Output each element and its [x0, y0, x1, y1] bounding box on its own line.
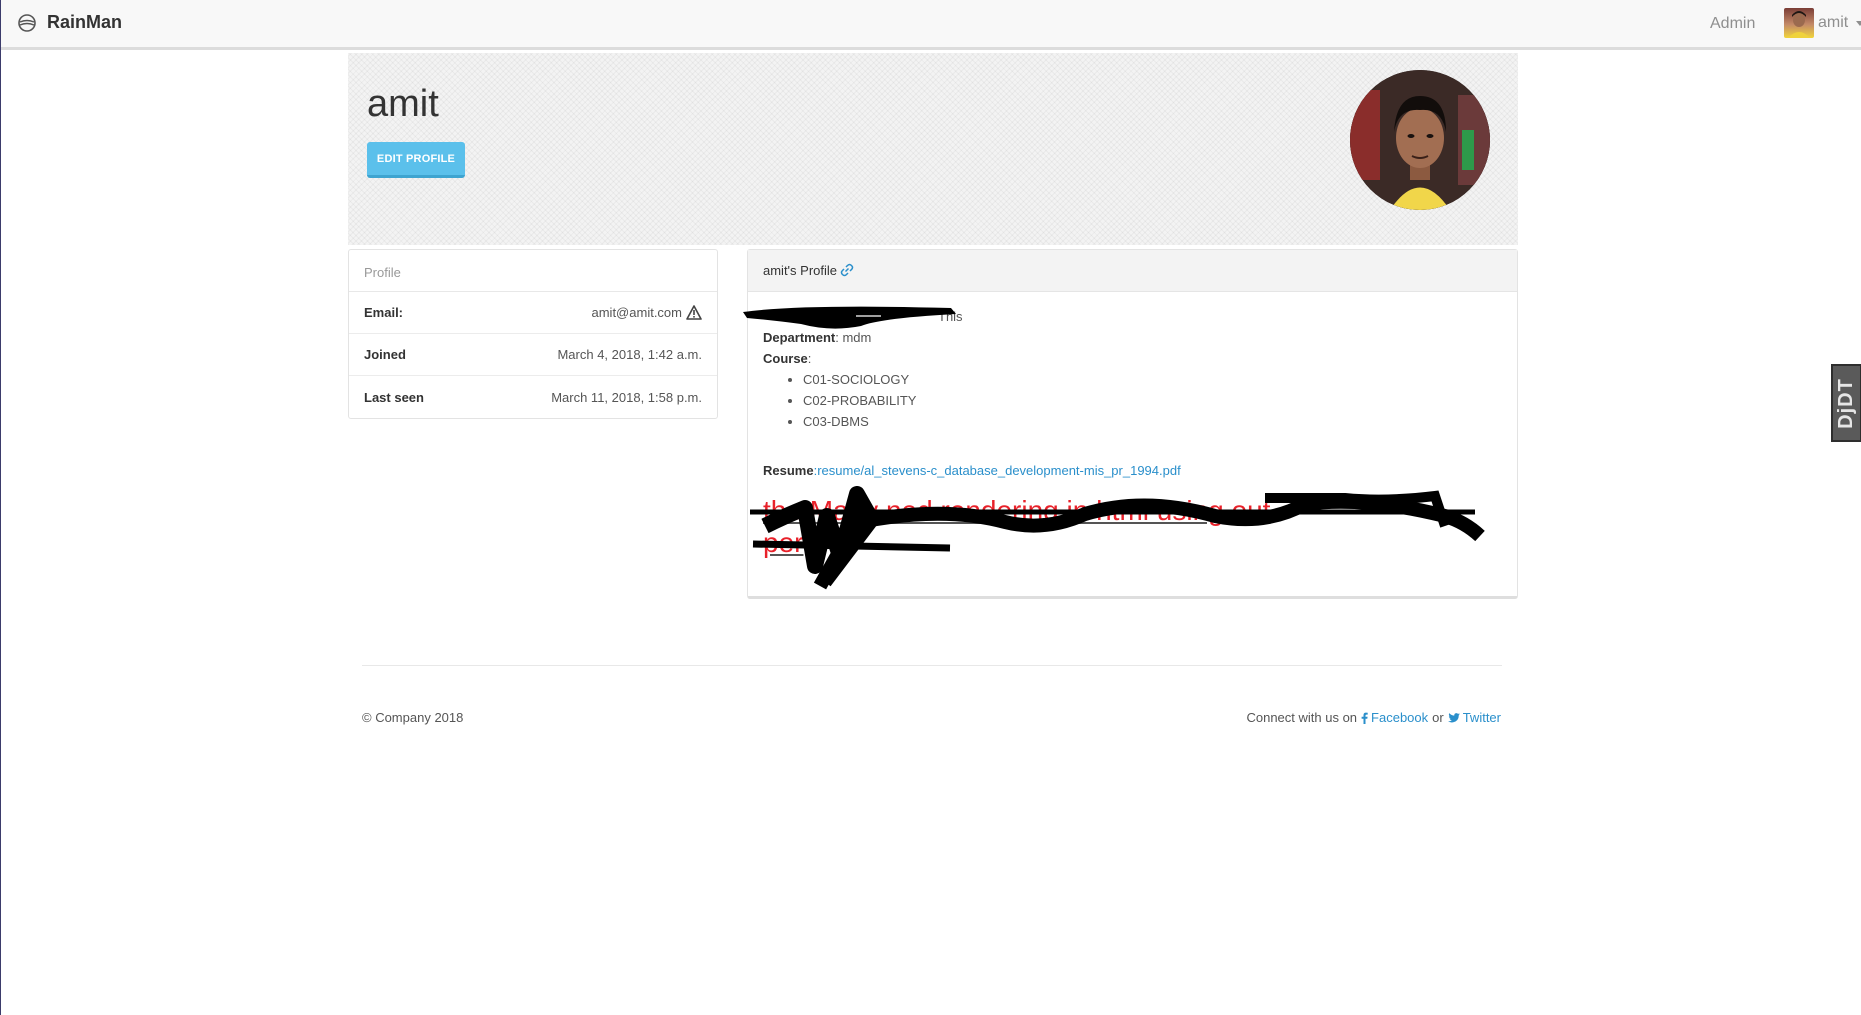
- facebook-icon: [1361, 712, 1368, 724]
- profile-photo: [1350, 70, 1490, 210]
- email-label: Email:: [364, 305, 404, 320]
- partial-text: This: [938, 309, 963, 324]
- profile-panel-title: amit's Profile: [763, 263, 838, 278]
- email-value-wrap: amit@amit.com: [592, 305, 703, 320]
- facebook-link[interactable]: Facebook: [1361, 710, 1428, 725]
- globe-icon: [18, 13, 36, 32]
- profile-header: amit EDIT PROFILE: [348, 53, 1518, 245]
- last-seen-row: Last seen March 11, 2018, 1:58 p.m.: [349, 376, 717, 418]
- resume-line: Resume:resume/al_stevens-c_database_deve…: [763, 460, 1502, 481]
- or-text: or: [1432, 710, 1444, 725]
- social-links: Connect with us on Facebook or Twitter: [1246, 710, 1501, 725]
- debug-toolbar-label: DjDT: [1835, 377, 1858, 429]
- profile-info-panel: Profile Email: amit@amit.com Joined Marc…: [348, 249, 718, 419]
- chevron-down-icon: [1856, 20, 1861, 26]
- last-seen-value: March 11, 2018, 1:58 p.m.: [551, 389, 702, 405]
- profile-panel-header: amit's Profile: [748, 250, 1517, 292]
- brand-name: RainMan: [47, 12, 123, 32]
- joined-value: March 4, 2018, 1:42 a.m.: [557, 347, 702, 362]
- debug-toolbar-handle[interactable]: DjDT: [1831, 364, 1861, 442]
- twitter-icon: [1447, 712, 1460, 722]
- red-message-suffix: out: [1231, 495, 1271, 526]
- connect-text: Connect with us on: [1246, 710, 1358, 725]
- resume-link[interactable]: resume/al_stevens-c_database_development…: [817, 463, 1181, 478]
- link-icon[interactable]: [840, 263, 854, 277]
- list-item: C01-SOCIOLOGY: [803, 369, 1502, 390]
- resume-label: Resume: [763, 463, 814, 478]
- partial-line: This: [763, 306, 1502, 327]
- profile-panel-body: This Department: mdm Course: C01-SOCIOLO…: [748, 292, 1517, 559]
- email-row: Email: amit@amit.com: [349, 292, 717, 334]
- copyright: © Company 2018: [362, 710, 464, 725]
- brand[interactable]: RainMan: [17, 12, 122, 33]
- course-colon: :: [807, 351, 812, 366]
- edit-profile-button[interactable]: EDIT PROFILE: [367, 142, 465, 178]
- red-message-line1: the Many ned rendering in html using: [763, 495, 1224, 526]
- list-item: C02-PROBABILITY: [803, 390, 1502, 411]
- info-panel-title: Profile: [349, 250, 717, 292]
- email-value: amit@amit.com: [591, 305, 683, 320]
- red-message: the Many ned rendering in html using out…: [763, 495, 1502, 559]
- department-value: : mdm: [835, 330, 872, 345]
- page-title: amit: [367, 83, 439, 125]
- list-item: C03-DBMS: [803, 411, 1502, 432]
- department-line: Department: mdm: [763, 327, 1502, 348]
- warning-icon[interactable]: [686, 305, 702, 320]
- course-line: Course:: [763, 348, 1502, 369]
- user-menu[interactable]: amit: [1784, 8, 1861, 38]
- footer-divider: [362, 665, 1502, 666]
- course-label: Course: [763, 351, 808, 366]
- facebook-label: Facebook: [1371, 710, 1429, 725]
- red-message-line2: per: [763, 527, 804, 558]
- avatar: [1784, 8, 1814, 38]
- admin-link[interactable]: Admin: [1710, 15, 1755, 33]
- last-seen-label: Last seen: [364, 389, 424, 405]
- username: amit: [1818, 14, 1849, 31]
- department-label: Department: [763, 330, 836, 345]
- joined-label: Joined: [364, 347, 406, 362]
- twitter-label: Twitter: [1462, 710, 1501, 725]
- navbar: RainMan Admin amit: [1, 0, 1861, 50]
- course-list: C01-SOCIOLOGY C02-PROBABILITY C03-DBMS: [763, 369, 1502, 432]
- profile-detail-panel: amit's Profile This Department: mdm Cour…: [747, 249, 1518, 599]
- avatar-image: [1788, 11, 1810, 38]
- joined-row: Joined March 4, 2018, 1:42 a.m.: [349, 334, 717, 376]
- twitter-link[interactable]: Twitter: [1447, 710, 1501, 725]
